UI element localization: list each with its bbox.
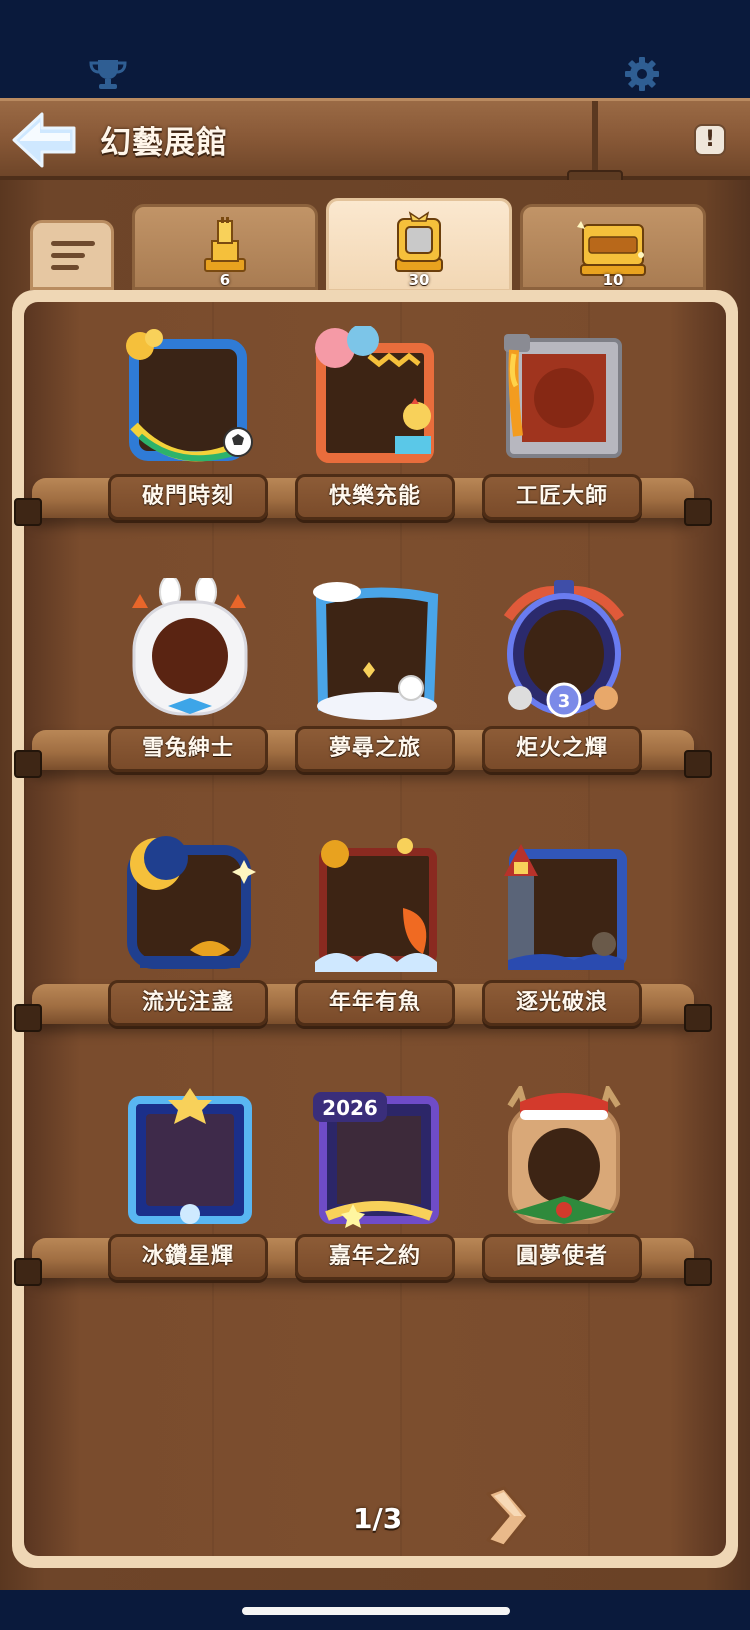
frame-item[interactable]: 3 炬火之輝: [482, 578, 642, 788]
home-indicator[interactable]: [242, 1607, 510, 1615]
moon-lamp-frame-icon: [120, 832, 256, 978]
lighthouse-frame-icon: [494, 832, 630, 978]
menu-line-icon: [51, 252, 85, 258]
frame-name-plaque: 流光注盞: [108, 980, 268, 1026]
year-badge-text: 2026: [322, 1096, 378, 1120]
torch-rank-frame-icon: 3: [494, 578, 630, 724]
rank-badge-number: 3: [558, 691, 571, 712]
help-button[interactable]: !: [694, 124, 726, 156]
frame-name-plaque: 炬火之輝: [482, 726, 642, 772]
tab-portrait-frames[interactable]: 30: [326, 198, 512, 292]
frame-item[interactable]: 雪兔紳士: [108, 575, 268, 788]
gold-tower-frame-icon: [192, 215, 258, 279]
ice-diamond-frame-icon: [120, 1086, 256, 1232]
page-indicator: 1/3: [353, 1502, 403, 1535]
sort-menu-button[interactable]: [30, 220, 114, 290]
menu-line-icon: [51, 264, 79, 270]
reindeer-frame-icon: [494, 1082, 630, 1232]
frame-name: 工匠大師: [515, 484, 608, 509]
soccer-frame-icon: [120, 326, 256, 472]
metal-pipe-frame-icon: [494, 326, 630, 472]
frame-name: 冰鑽星輝: [141, 1244, 234, 1269]
koi-fish-frame-icon: [307, 832, 443, 978]
frame-item[interactable]: 夢尋之旅: [295, 578, 455, 788]
frame-name-plaque: 圓夢使者: [482, 1234, 642, 1280]
frame-item[interactable]: 冰鑽星輝: [108, 1086, 268, 1296]
frame-name-plaque: 破門時刻: [108, 474, 268, 520]
frame-name: 嘉年之約: [328, 1244, 421, 1269]
frame-item[interactable]: 逐光破浪: [482, 832, 642, 1042]
frame-name: 逐光破浪: [515, 990, 608, 1015]
frame-name-plaque: 雪兔紳士: [108, 726, 268, 772]
frame-name: 雪兔紳士: [141, 736, 234, 761]
snow-bunny-frame-icon: [120, 575, 256, 724]
page-title: 幻藝展館: [100, 125, 228, 160]
frame-name: 流光注盞: [141, 990, 234, 1015]
frame-item[interactable]: 圓夢使者: [482, 1082, 642, 1296]
tab-count: 30: [408, 271, 430, 289]
tab-nameplate-frames[interactable]: 10: [520, 204, 706, 290]
gear-icon[interactable]: [622, 56, 662, 92]
frame-name: 圓夢使者: [515, 1244, 608, 1269]
frame-name-plaque: 冰鑽星輝: [108, 1234, 268, 1280]
frame-item[interactable]: 流光注盞: [108, 832, 268, 1042]
frame-name-plaque: 逐光破浪: [482, 980, 642, 1026]
trophy-icon[interactable]: [88, 56, 128, 92]
tab-count: 10: [602, 271, 624, 289]
menu-line-icon: [51, 240, 95, 246]
frame-name-plaque: 快樂充能: [295, 474, 455, 520]
frame-item[interactable]: 破門時刻: [108, 326, 268, 536]
frame-item[interactable]: 年年有魚: [295, 832, 455, 1042]
gold-portrait-frame-icon: [386, 211, 452, 275]
frame-name: 夢尋之旅: [328, 736, 421, 761]
next-page-arrow-icon[interactable]: [480, 1486, 534, 1550]
frame-item[interactable]: 2026 嘉年之約: [295, 1086, 455, 1296]
page-header: 幻藝展館: [0, 98, 750, 180]
frame-name: 炬火之輝: [515, 736, 608, 761]
frame-name-plaque: 工匠大師: [482, 474, 642, 520]
tab-count: 6: [219, 271, 231, 289]
frame-name-plaque: 年年有魚: [295, 980, 455, 1026]
frame-name-plaque: 夢尋之旅: [295, 726, 455, 772]
gold-nameplate-frame-icon: [575, 215, 651, 279]
back-arrow-icon[interactable]: [10, 109, 80, 171]
year-2026-frame-icon: 2026: [307, 1086, 443, 1232]
frame-item[interactable]: 工匠大師: [482, 326, 642, 536]
balloon-party-frame-icon: [307, 324, 443, 472]
cloud-cat-frame-icon: [307, 578, 443, 724]
frame-name: 破門時刻: [141, 484, 234, 509]
frame-name-plaque: 嘉年之約: [295, 1234, 455, 1280]
frame-name: 快樂充能: [328, 484, 421, 509]
frame-item[interactable]: 快樂充能: [295, 324, 455, 536]
tab-tower-frames[interactable]: 6: [132, 204, 318, 290]
frame-name: 年年有魚: [328, 990, 421, 1015]
